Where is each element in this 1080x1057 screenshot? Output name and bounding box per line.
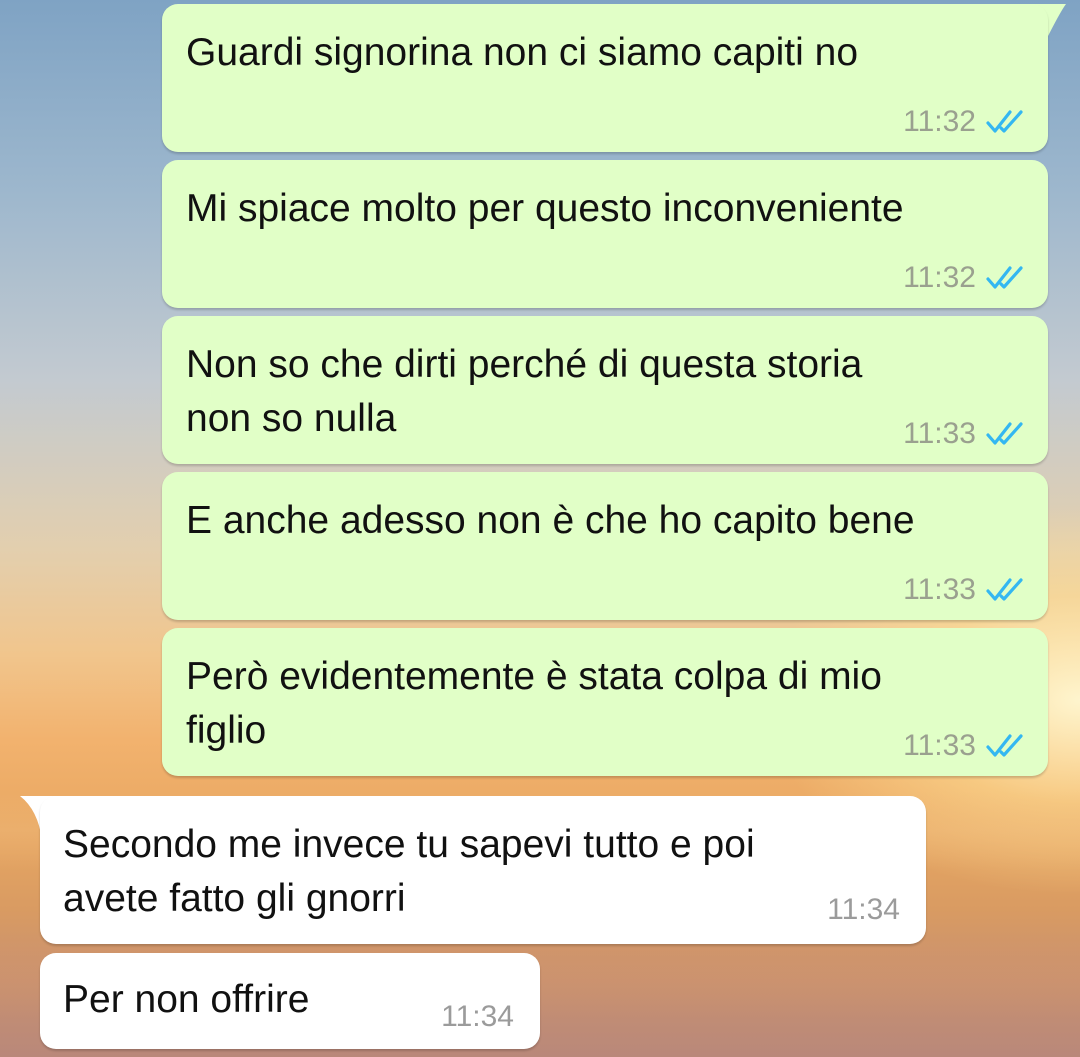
double-check-icon: [986, 266, 1023, 289]
message-text: E anche adesso non è che ho capito bene: [186, 499, 915, 542]
message-meta: 11:32: [903, 102, 1026, 142]
message-time: 11:33: [903, 729, 976, 762]
message-text: Però evidentemente è stata colpa di mio …: [186, 655, 882, 752]
message-meta: 11:33: [903, 414, 1026, 454]
message-bubble-outgoing[interactable]: Non so che dirti perché di questa storia…: [162, 316, 1048, 464]
message-time: 11:33: [903, 573, 976, 606]
message-text: Per non offrire: [63, 978, 310, 1021]
message-bubble-incoming[interactable]: Secondo me invece tu sapevi tutto e poi …: [40, 796, 926, 944]
message-meta: 11:32: [903, 258, 1026, 298]
message-meta: 11:33: [903, 570, 1026, 610]
message-text: Secondo me invece tu sapevi tutto e poi …: [63, 823, 755, 920]
double-check-icon: [986, 422, 1023, 445]
message-bubble-outgoing[interactable]: Mi spiace molto per questo inconveniente…: [162, 160, 1048, 308]
message-time: 11:34: [827, 893, 900, 926]
message-bubble-incoming[interactable]: Per non offrire 11:34: [40, 953, 540, 1049]
double-check-icon: [986, 578, 1023, 601]
message-bubble-outgoing[interactable]: Guardi signorina non ci siamo capiti no …: [162, 4, 1048, 152]
message-text: Guardi signorina non ci siamo capiti no: [186, 31, 859, 74]
message-text: Mi spiace molto per questo inconveniente: [186, 187, 904, 230]
message-time: 11:32: [903, 105, 976, 138]
message-time: 11:33: [903, 417, 976, 450]
double-check-icon: [986, 734, 1023, 757]
message-meta: 11:34: [827, 890, 900, 930]
message-time: 11:34: [441, 1000, 514, 1033]
message-meta: 11:33: [903, 726, 1026, 766]
message-meta: 11:34: [441, 997, 514, 1037]
message-text: Non so che dirti perché di questa storia…: [186, 343, 863, 440]
chat-conversation: Guardi signorina non ci siamo capiti no …: [0, 0, 1080, 1057]
message-bubble-outgoing[interactable]: E anche adesso non è che ho capito bene …: [162, 472, 1048, 620]
message-time: 11:32: [903, 261, 976, 294]
double-check-icon: [986, 110, 1023, 133]
message-bubble-outgoing[interactable]: Però evidentemente è stata colpa di mio …: [162, 628, 1048, 776]
